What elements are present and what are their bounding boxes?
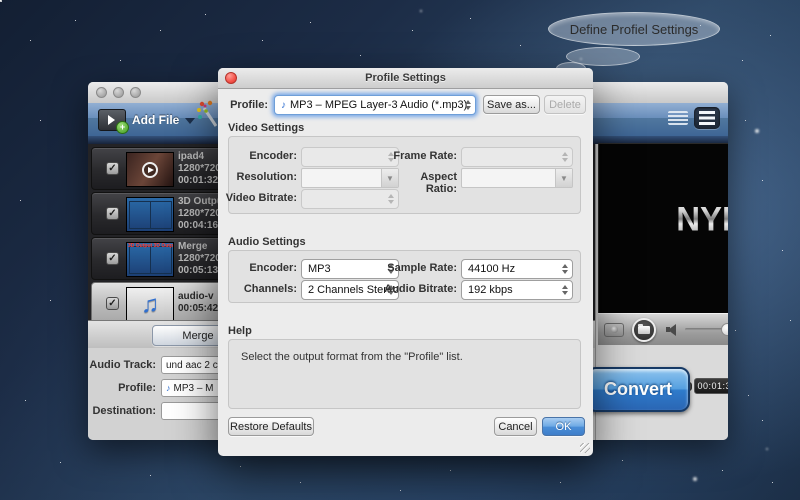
- help-title: Help: [228, 325, 252, 337]
- close-icon[interactable]: [225, 72, 237, 84]
- file-name: Merge: [178, 241, 221, 253]
- resolution-combo: ▼: [301, 168, 399, 188]
- help-text: Select the output format from the "Profi…: [241, 351, 463, 363]
- delete-button: Delete: [544, 95, 586, 114]
- stepper-icon: [465, 100, 471, 110]
- open-folder-icon[interactable]: [632, 318, 656, 342]
- profile-dropdown[interactable]: ♪ MP3 – MPEG Layer-3 Audio (*.mp3): [274, 95, 476, 115]
- profile-settings-dialog: Profile Settings Profile: ♪ MP3 – MPEG L…: [218, 68, 593, 456]
- video-settings-group: Encoder: Frame Rate: Resolution: ▼ Aspec…: [228, 136, 581, 214]
- thought-bubble-text: Define Profiel Settings: [570, 22, 699, 37]
- checkbox-icon[interactable]: ✓: [106, 252, 119, 265]
- music-note-icon: ♫: [141, 291, 159, 319]
- effects-wand-icon[interactable]: [196, 100, 218, 128]
- restore-defaults-button[interactable]: Restore Defaults: [228, 417, 314, 436]
- add-file-button[interactable]: + Add File: [98, 107, 195, 133]
- sample-rate-label: Sample Rate:: [385, 262, 457, 274]
- 3d-thumbnail: [126, 197, 174, 232]
- volume-slider[interactable]: [685, 328, 728, 331]
- volume-knob[interactable]: [721, 323, 728, 336]
- dialog-titlebar[interactable]: Profile Settings: [218, 68, 593, 89]
- file-resolution: 1280*720: [178, 163, 221, 175]
- channels-label: Channels:: [229, 283, 297, 295]
- aspect-ratio-combo: ▼: [461, 168, 573, 188]
- file-name: audio-v: [178, 291, 218, 303]
- audio-settings-title: Audio Settings: [228, 236, 306, 248]
- checkbox-icon[interactable]: ✓: [106, 162, 119, 175]
- video-encoder-dropdown: [301, 147, 399, 167]
- note-icon: ♪: [281, 100, 286, 111]
- file-name: ipad4: [178, 151, 221, 163]
- encoder-label: Encoder:: [229, 150, 297, 162]
- checkbox-icon[interactable]: ✓: [106, 297, 119, 310]
- view-toggle-group: [668, 107, 720, 129]
- file-duration: 00:01:32: [178, 175, 221, 187]
- thought-bubble: Define Profiel Settings: [548, 12, 720, 46]
- checkbox-icon[interactable]: ✓: [106, 207, 119, 220]
- sample-rate-dropdown[interactable]: 44100 Hz: [461, 259, 573, 279]
- profile-label: Profile:: [88, 382, 156, 394]
- file-duration: 00:05:42: [178, 303, 218, 315]
- preview-screen: NYMP 4: [598, 143, 728, 315]
- ok-button[interactable]: OK: [542, 417, 585, 436]
- list-view-large-icon[interactable]: [694, 107, 720, 129]
- speaker-icon[interactable]: [666, 324, 679, 336]
- chevron-down-icon: [185, 118, 195, 124]
- audio-bitrate-dropdown[interactable]: 192 kbps: [461, 280, 573, 300]
- minimize-icon[interactable]: [113, 87, 124, 98]
- bright-stars: [0, 0, 2, 2]
- audio-settings-group: Encoder: MP3 Sample Rate: 44100 Hz Chann…: [228, 250, 581, 303]
- profile-label: Profile:: [218, 99, 268, 111]
- player-controls: [598, 313, 728, 345]
- convert-button[interactable]: Convert: [586, 367, 690, 412]
- aspect-ratio-label: Aspect Ratio:: [389, 171, 457, 195]
- frame-rate-label: Frame Rate:: [389, 150, 457, 162]
- video-bitrate-label: Video Bitrate:: [223, 192, 297, 204]
- resize-grip-icon[interactable]: [580, 443, 590, 453]
- video-thumbnail: [126, 152, 174, 187]
- note-icon: ♪: [166, 383, 171, 393]
- audio-encoder-label: Encoder:: [229, 262, 297, 274]
- stepper-icon: [562, 264, 568, 274]
- save-as-button[interactable]: Save as...: [483, 95, 540, 114]
- file-duration: 00:05:13: [178, 265, 221, 277]
- video-settings-title: Video Settings: [228, 122, 304, 134]
- traffic-lights: [96, 87, 141, 98]
- zoom-icon[interactable]: [130, 87, 141, 98]
- stepper-icon: [562, 285, 568, 295]
- chevron-down-icon: ▼: [555, 169, 572, 187]
- dialog-title: Profile Settings: [365, 72, 446, 84]
- resolution-label: Resolution:: [229, 171, 297, 183]
- close-icon[interactable]: [96, 87, 107, 98]
- logo-text: NYMP: [676, 199, 728, 239]
- time-display: 00:01:32: [694, 378, 728, 394]
- anymp4-logo: NYMP 4: [676, 200, 728, 238]
- help-box: Select the output format from the "Profi…: [228, 339, 581, 409]
- video-bitrate-dropdown: [301, 189, 399, 209]
- play-icon[interactable]: [142, 162, 158, 178]
- list-view-small-icon[interactable]: [668, 111, 688, 125]
- thumbnail-overlay-text: 3D Output 3D Output: [128, 244, 174, 249]
- add-file-label: Add File: [132, 113, 179, 127]
- merge-thumbnail: 3D Output 3D Output: [126, 242, 174, 277]
- destination-label: Destination:: [88, 405, 156, 417]
- file-resolution: 1280*720: [178, 253, 221, 265]
- add-file-icon: +: [98, 109, 126, 131]
- desktop: Define Profiel Settings + Add File: [0, 0, 800, 500]
- cancel-button[interactable]: Cancel: [494, 417, 537, 436]
- audio-track-label: Audio Track:: [88, 359, 156, 371]
- frame-rate-dropdown: [461, 147, 573, 167]
- audio-thumbnail: ♫: [126, 287, 174, 322]
- snapshot-camera-icon[interactable]: [604, 323, 624, 337]
- audio-bitrate-label: Audio Bitrate:: [381, 283, 457, 295]
